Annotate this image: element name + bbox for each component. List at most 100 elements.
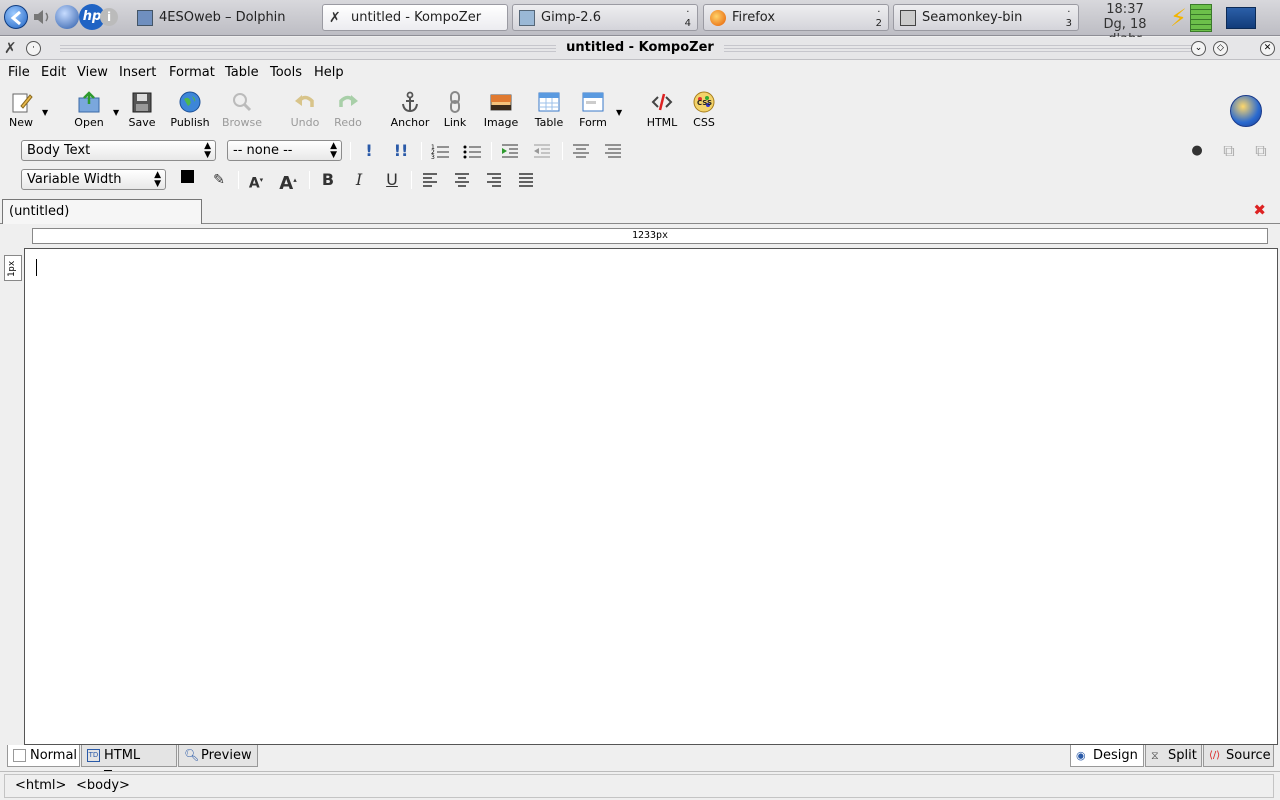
window-titlebar[interactable]: ✗ · untitled - KompoZer ⌄ ◇ ✕ <box>0 37 1280 60</box>
smaller-font-button[interactable]: A▾ <box>245 170 267 192</box>
battery-icon[interactable] <box>1190 4 1212 32</box>
folder-icon <box>137 10 153 26</box>
paragraph-style-select[interactable]: Body Text ▲ ▼ <box>21 140 216 161</box>
info-icon[interactable]: i <box>100 8 118 26</box>
document-tab-strip: (untitled) ✖ <box>0 196 1280 224</box>
edit-mode-bar: Normal TD HTML Tags 🔍︎ Preview ◉ Design … <box>0 745 1280 784</box>
align-bottom-icon[interactable] <box>602 141 624 161</box>
class-style-select[interactable]: -- none -- ▲ ▼ <box>227 140 342 161</box>
align-left-icon[interactable] <box>419 170 441 190</box>
tab-preview-label: Preview <box>201 748 252 763</box>
ruler-width-label: 1233px <box>631 230 669 241</box>
menu-format[interactable]: Format <box>169 65 215 80</box>
link-button[interactable]: Link <box>431 90 479 129</box>
font-face-select[interactable]: Variable Width ▲ ▼ <box>21 169 166 190</box>
tab-split[interactable]: ⧖ Split <box>1145 745 1202 767</box>
menu-help[interactable]: Help <box>314 65 344 80</box>
arrow-left-icon <box>10 10 21 26</box>
justify-icon[interactable] <box>515 170 537 190</box>
absolute-position-icon[interactable]: ● <box>1186 141 1208 161</box>
kompozer-icon: ✗ <box>329 10 341 26</box>
window-title: untitled - KompoZer <box>0 40 1280 55</box>
menu-edit[interactable]: Edit <box>41 65 66 80</box>
redo-arrow-icon <box>339 95 358 107</box>
menu-view[interactable]: View <box>77 65 108 80</box>
maximize-button[interactable]: ◇ <box>1213 41 1228 56</box>
new-dropdown-arrow[interactable]: ▼ <box>42 108 48 117</box>
layer-up-icon[interactable]: ⧉ <box>1218 141 1240 161</box>
menu-tools[interactable]: Tools <box>270 65 302 80</box>
menu-table[interactable]: Table <box>225 65 259 80</box>
back-arrow-icon[interactable] <box>4 5 28 29</box>
menu-file[interactable]: File <box>8 65 30 80</box>
align-right-icon[interactable] <box>483 170 505 190</box>
html-label: HTML <box>646 116 678 129</box>
separator <box>491 142 492 160</box>
css-button[interactable]: CSS CSS <box>680 90 728 129</box>
speaker-icon[interactable] <box>30 5 54 29</box>
image-button[interactable]: Image <box>477 90 525 129</box>
italic-button[interactable]: I <box>348 170 370 190</box>
power-icon[interactable]: ⚡ <box>1170 4 1190 32</box>
separator <box>309 171 310 189</box>
tab-normal-label: Normal <box>30 748 78 763</box>
larger-font-button[interactable]: A▴ <box>277 170 299 194</box>
seamonkey-icon <box>900 10 916 26</box>
task-firefox[interactable]: Firefox · 2 <box>703 4 889 31</box>
crumb-body[interactable]: <body> <box>76 775 130 797</box>
image-icon <box>490 94 512 111</box>
desktop-preview-icon[interactable] <box>1226 7 1256 29</box>
tab-html-tags[interactable]: TD HTML Tags <box>81 745 177 784</box>
updown-icon: ▲ ▼ <box>330 141 337 160</box>
bullet-list-icon[interactable] <box>461 141 483 161</box>
save-button[interactable]: Save <box>118 90 166 129</box>
tab-source[interactable]: ⟨/⟩ Source <box>1203 745 1274 767</box>
tab-design[interactable]: ◉ Design <box>1070 745 1144 767</box>
redo-button[interactable]: Redo <box>324 90 372 129</box>
tab-preview[interactable]: 🔍︎ Preview <box>178 745 258 767</box>
network-globe-icon[interactable] <box>55 5 79 29</box>
indent-icon[interactable] <box>499 141 521 161</box>
form-dropdown-arrow[interactable]: ▼ <box>616 108 622 117</box>
task-dolphin[interactable]: 4ESOweb – Dolphin <box>130 4 316 31</box>
text-color-swatch[interactable] <box>178 168 200 190</box>
crumb-html[interactable]: <html> <box>15 775 66 797</box>
editor-canvas[interactable] <box>24 248 1278 745</box>
minimize-button[interactable]: ⌄ <box>1191 41 1206 56</box>
open-button[interactable]: Open <box>65 90 113 129</box>
publish-label: Publish <box>170 116 210 129</box>
bold-button[interactable]: B <box>317 170 339 190</box>
task-count: · 2 <box>875 7 882 29</box>
close-tab-icon[interactable]: ✖ <box>1253 203 1266 218</box>
align-center-icon[interactable] <box>451 170 473 190</box>
menu-insert[interactable]: Insert <box>119 65 156 80</box>
task-kompozer[interactable]: ✗ untitled - KompoZer <box>322 4 508 31</box>
align-top-icon[interactable] <box>570 141 592 161</box>
numbered-list-icon[interactable]: 123 <box>429 141 451 161</box>
form-icon <box>582 92 604 112</box>
underline-button[interactable]: U <box>381 170 403 190</box>
floppy-disk-icon <box>132 92 152 113</box>
anchor-button[interactable]: Anchor <box>386 90 434 129</box>
undo-button[interactable]: Undo <box>281 90 329 129</box>
task-seamonkey[interactable]: Seamonkey-bin · 3 <box>893 4 1079 31</box>
publish-button[interactable]: Publish <box>166 90 214 129</box>
layer-down-icon[interactable]: ⧉ <box>1250 141 1272 161</box>
document-tab[interactable]: (untitled) <box>2 199 202 224</box>
emphasis-button[interactable]: ! <box>358 141 380 161</box>
close-window-button[interactable]: ✕ <box>1260 41 1275 56</box>
task-gimp[interactable]: Gimp-2.6 · 4 <box>512 4 698 31</box>
html-button[interactable]: HTML <box>638 90 686 129</box>
browse-button[interactable]: Browse <box>218 90 266 129</box>
new-button[interactable]: New <box>0 90 45 129</box>
highlight-pen-icon[interactable]: ✎ <box>208 170 230 190</box>
html-tag-icon <box>651 93 673 111</box>
strong-emphasis-button[interactable]: !! <box>390 141 412 161</box>
tab-source-label: Source <box>1226 748 1271 763</box>
form-button[interactable]: Form <box>569 90 617 129</box>
tab-normal[interactable]: Normal <box>7 745 80 767</box>
new-page-icon <box>12 93 33 113</box>
outdent-icon[interactable] <box>531 141 553 161</box>
anchor-label: Anchor <box>390 116 430 129</box>
table-button[interactable]: Table <box>525 90 573 129</box>
